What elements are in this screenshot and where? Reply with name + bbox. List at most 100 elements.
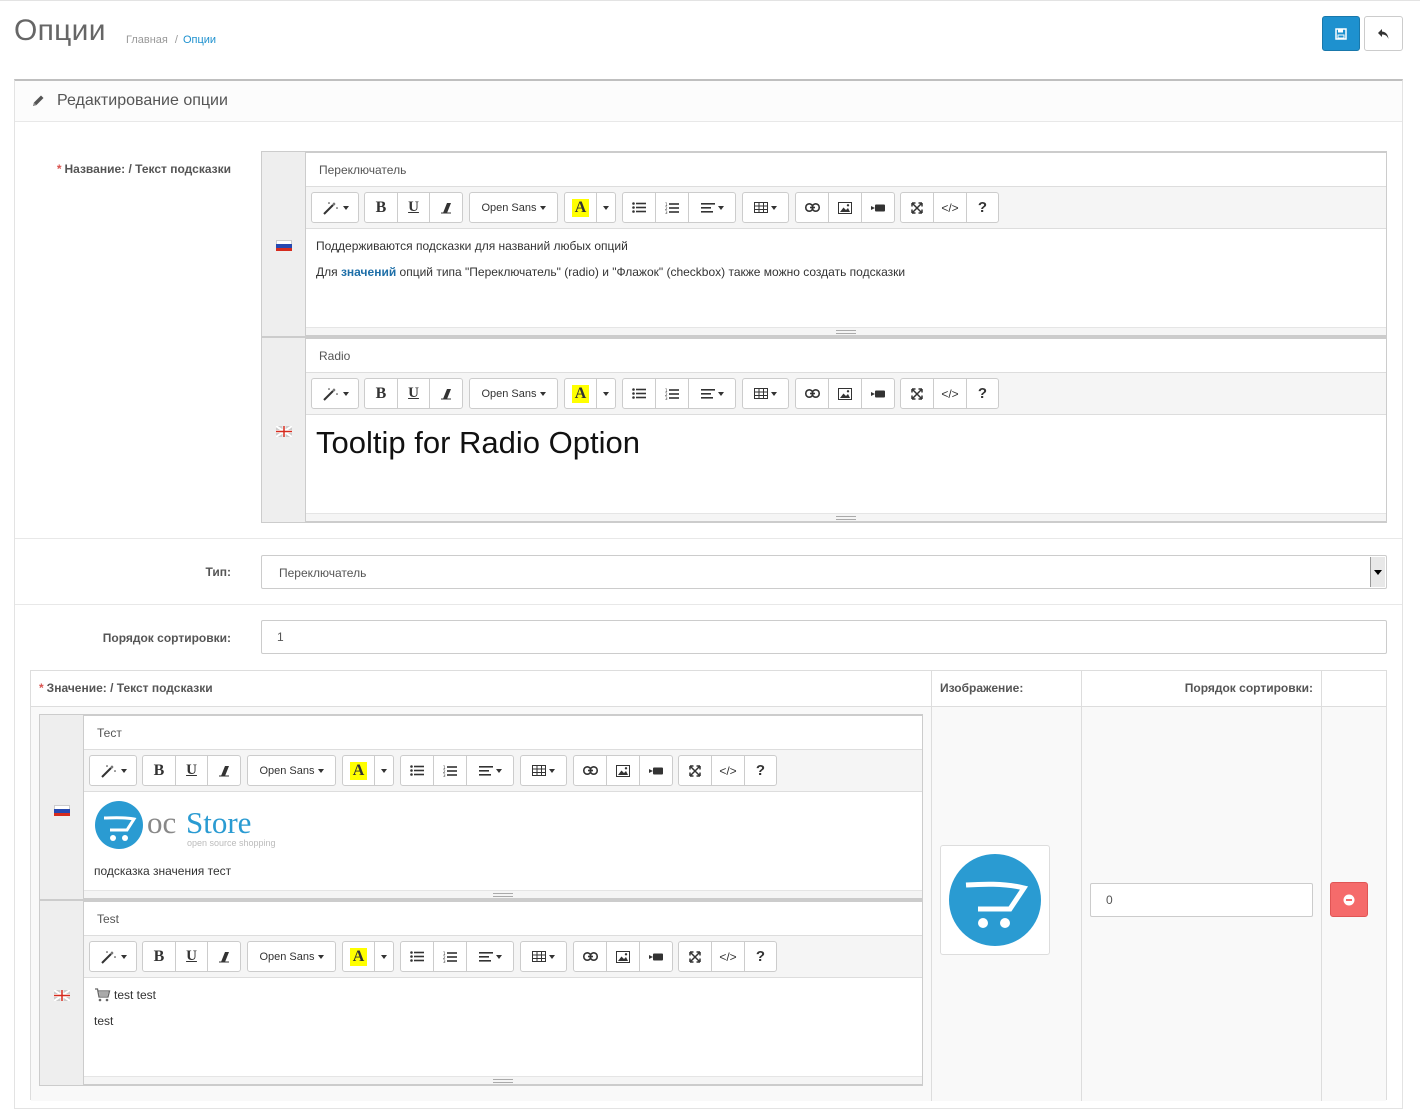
ul-button[interactable]	[622, 378, 656, 409]
editor-content[interactable]: Поддерживаются подсказки для названий лю…	[306, 229, 1386, 327]
underline-button[interactable]: U	[397, 378, 430, 409]
color-dropdown-button[interactable]	[374, 941, 394, 972]
color-dropdown-button[interactable]	[374, 755, 394, 786]
font-family-button[interactable]: Open Sans	[469, 378, 558, 409]
code-button[interactable]: </>	[933, 378, 967, 409]
color-dropdown-button[interactable]	[596, 192, 616, 223]
video-button[interactable]	[639, 941, 673, 972]
ul-button[interactable]	[400, 941, 434, 972]
ol-button[interactable]: 123	[655, 192, 689, 223]
table-button[interactable]	[742, 192, 789, 223]
name-editor-ru-group: Переключатель B U Open Sans A 123 </> ? …	[261, 151, 1387, 337]
type-select[interactable]: Переключатель	[261, 555, 1387, 589]
picture-icon	[616, 950, 630, 963]
editor-title: Test	[84, 902, 922, 936]
breadcrumb-options[interactable]: Опции	[183, 34, 216, 46]
picture-button[interactable]	[606, 941, 640, 972]
unordered-list-icon	[632, 388, 646, 399]
table-button[interactable]	[742, 378, 789, 409]
eraser-button[interactable]	[429, 192, 463, 223]
editor-content[interactable]: Tooltip for Radio Option	[306, 415, 1386, 513]
link-button[interactable]	[795, 192, 829, 223]
help-button[interactable]: ?	[744, 755, 777, 786]
magic-button[interactable]	[89, 941, 137, 972]
code-button[interactable]: </>	[711, 755, 745, 786]
resize-handle[interactable]	[84, 1076, 922, 1084]
align-button[interactable]	[466, 941, 514, 972]
font-family-button[interactable]: Open Sans	[247, 941, 336, 972]
fullscreen-button[interactable]	[900, 378, 934, 409]
bold-button[interactable]: B	[364, 378, 398, 409]
code-button[interactable]: </>	[933, 192, 967, 223]
help-button[interactable]: ?	[744, 941, 777, 972]
eraser-button[interactable]	[429, 378, 463, 409]
value-sort-order-input[interactable]: 0	[1090, 883, 1313, 917]
bold-button[interactable]: B	[142, 755, 176, 786]
align-button[interactable]	[466, 755, 514, 786]
sort-order-input[interactable]: 1	[261, 620, 1387, 654]
code-icon: </>	[719, 763, 737, 778]
video-button[interactable]	[861, 192, 895, 223]
color-dropdown-button[interactable]	[596, 378, 616, 409]
help-button[interactable]: ?	[966, 378, 999, 409]
font-family-button[interactable]: Open Sans	[469, 192, 558, 223]
type-label: Тип:	[205, 565, 232, 579]
save-button[interactable]	[1322, 16, 1360, 51]
picture-icon	[838, 201, 852, 214]
ocstore-logo: oc Store open source shopping	[94, 800, 912, 854]
resize-handle[interactable]	[306, 513, 1386, 521]
ol-button[interactable]: 123	[655, 378, 689, 409]
ul-button[interactable]	[622, 192, 656, 223]
video-button[interactable]	[639, 755, 673, 786]
font-family-button[interactable]: Open Sans	[247, 755, 336, 786]
ol-button[interactable]: 123	[433, 941, 467, 972]
breadcrumb-home[interactable]: Главная	[126, 34, 168, 46]
option-value-image[interactable]	[940, 845, 1050, 955]
divider	[15, 604, 1402, 605]
magic-button[interactable]	[311, 378, 359, 409]
code-button[interactable]: </>	[711, 941, 745, 972]
fullscreen-button[interactable]	[678, 941, 712, 972]
svg-text:3: 3	[443, 773, 446, 777]
color-button[interactable]: A	[564, 378, 597, 409]
help-button[interactable]: ?	[966, 192, 999, 223]
link-button[interactable]	[573, 941, 607, 972]
underline-button[interactable]: U	[175, 941, 208, 972]
magic-button[interactable]	[89, 755, 137, 786]
underline-button[interactable]: U	[175, 755, 208, 786]
picture-button[interactable]	[828, 378, 862, 409]
color-button[interactable]: A	[564, 192, 597, 223]
logo-tagline: open source shopping	[187, 838, 276, 848]
editor-content[interactable]: test test test	[84, 978, 922, 1076]
fullscreen-button[interactable]	[900, 192, 934, 223]
video-button[interactable]	[861, 378, 895, 409]
editor-content[interactable]: oc Store open source shopping подсказка …	[84, 792, 922, 890]
remove-value-button[interactable]	[1330, 882, 1368, 917]
underline-button[interactable]: U	[397, 192, 430, 223]
color-button[interactable]: A	[342, 941, 375, 972]
fullscreen-button[interactable]	[678, 755, 712, 786]
align-button[interactable]	[688, 192, 736, 223]
table-button[interactable]	[520, 941, 567, 972]
ol-button[interactable]: 123	[433, 755, 467, 786]
editor-toolbar: B U Open Sans A 123 </> ?	[84, 936, 922, 978]
eraser-button[interactable]	[207, 941, 241, 972]
link-button[interactable]	[573, 755, 607, 786]
back-button[interactable]	[1364, 16, 1403, 51]
picture-button[interactable]	[828, 192, 862, 223]
table-button[interactable]	[520, 755, 567, 786]
fullscreen-icon	[689, 950, 701, 963]
bold-button[interactable]: B	[364, 192, 398, 223]
color-button[interactable]: A	[342, 755, 375, 786]
bold-button[interactable]: B	[142, 941, 176, 972]
picture-button[interactable]	[606, 755, 640, 786]
underline-icon: U	[186, 948, 197, 964]
link-button[interactable]	[795, 378, 829, 409]
resize-handle[interactable]	[306, 327, 1386, 335]
align-button[interactable]	[688, 378, 736, 409]
magic-button[interactable]	[311, 192, 359, 223]
ul-button[interactable]	[400, 755, 434, 786]
content-link[interactable]: значений	[341, 265, 396, 279]
resize-handle[interactable]	[84, 890, 922, 898]
eraser-button[interactable]	[207, 755, 241, 786]
